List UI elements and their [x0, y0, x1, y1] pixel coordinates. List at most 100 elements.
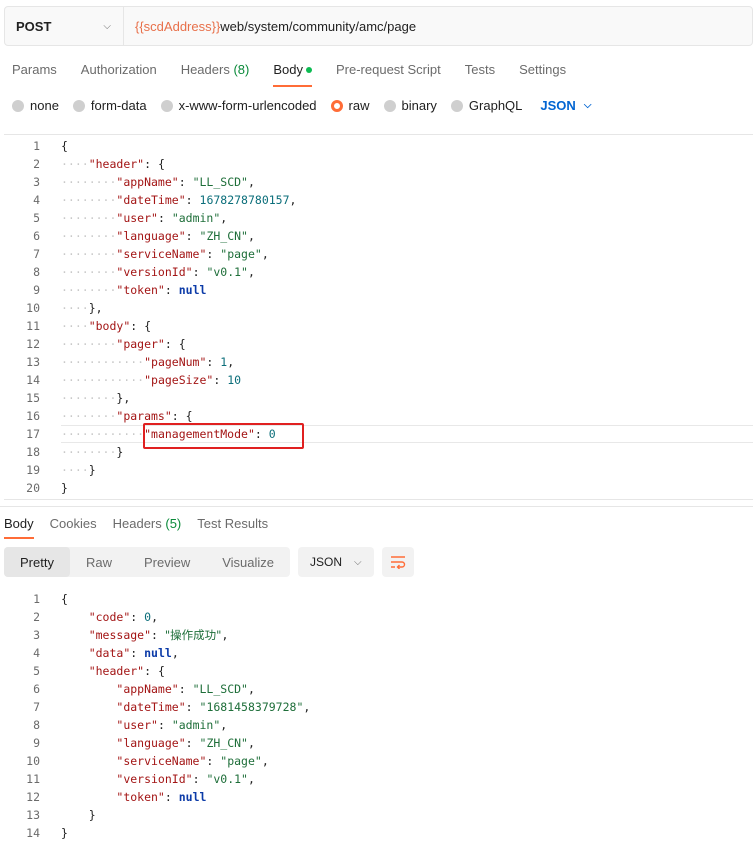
tab-label: Tests	[464, 62, 496, 77]
radio-label: binary	[401, 98, 437, 113]
request-code-line: 3 ········"appName": "LL_SCD",	[4, 173, 753, 191]
line-number: 19	[26, 463, 40, 477]
line-number: 8	[33, 265, 40, 279]
response-tab-test-results[interactable]: Test Results	[197, 516, 268, 539]
code-text: ····"header": {	[61, 157, 165, 171]
line-number: 6	[33, 229, 40, 243]
radio-none[interactable]: none	[12, 98, 59, 113]
tab-params[interactable]: Params	[12, 62, 57, 87]
tab-label: Body	[4, 516, 34, 531]
line-number: 1	[33, 139, 40, 153]
tab-label: Settings	[519, 62, 567, 77]
response-code-line: 12 "token": null	[4, 788, 753, 806]
response-format-dropdown[interactable]: JSON ⌵	[298, 547, 374, 577]
code-text: ········},	[61, 391, 131, 405]
body-format-dropdown[interactable]: JSON ⌵	[540, 98, 591, 113]
request-code-line: 15 ········},	[4, 389, 753, 407]
request-code-lines: 1 {2 ····"header": { 3 ········"appName": "L…	[4, 137, 753, 497]
request-url-bar: POST ⌵ {{scdAddress}}web/system/communit…	[4, 6, 753, 46]
radio-graphql[interactable]: GraphQL	[450, 98, 522, 113]
format-label: JSON	[540, 98, 576, 113]
radio-binary[interactable]: binary	[383, 98, 437, 113]
response-code-line: 13 }	[4, 806, 753, 824]
tab-authorization[interactable]: Authorization	[81, 62, 157, 87]
tab-pre-request-script[interactable]: Pre-request Script	[336, 62, 441, 87]
response-code-line: 1{	[4, 590, 753, 608]
radio-circle-icon	[12, 99, 24, 112]
response-code-line: 14}	[4, 824, 753, 842]
method-label: POST	[16, 18, 52, 34]
line-number: 9	[33, 283, 40, 297]
tab-label: Pre-request Script	[335, 62, 441, 77]
tab-label: Body	[273, 62, 303, 77]
request-body-editor[interactable]: 1 {2 ····"header": { 3 ········"appName": "L…	[4, 134, 753, 500]
code-text: ············"pageSize": 10	[61, 373, 242, 387]
view-mode-selector: Pretty Raw Preview Visualize	[4, 547, 291, 577]
radio-form-data[interactable]: form-data	[72, 98, 147, 113]
request-code-line: 6 ········"language": "ZH_CN",	[4, 227, 753, 245]
line-number: 4	[33, 193, 40, 207]
request-code-line: 4 ········"dateTime": 1678278780157,	[4, 191, 753, 209]
line-number: 5	[33, 211, 40, 225]
request-code-line: 2 ····"header": {	[4, 155, 753, 173]
tab-label: Authorization	[80, 62, 157, 77]
code-text: }	[61, 826, 68, 840]
code-text: "message": "操作成功",	[88, 628, 229, 642]
code-text: {	[61, 592, 68, 606]
code-text: ········}	[61, 445, 124, 459]
response-tab-cookies[interactable]: Cookies	[50, 516, 97, 539]
chevron-down-icon: ⌵	[103, 20, 111, 32]
tab-label: Headers	[180, 62, 230, 77]
line-number: 10	[26, 754, 40, 768]
view-pretty[interactable]: Pretty	[4, 547, 70, 577]
tab-body[interactable]: Body	[273, 62, 312, 87]
code-text: "serviceName": "page",	[116, 754, 269, 768]
line-number: 2	[33, 157, 40, 171]
radio-x-www-form-urlencoded[interactable]: x-www-form-urlencoded	[160, 98, 317, 113]
request-code-line: 20}	[4, 479, 753, 497]
line-number: 2	[33, 610, 40, 624]
line-number: 18	[26, 445, 40, 459]
code-text: "data": null,	[88, 646, 179, 660]
code-text: ········"language": "ZH_CN",	[61, 229, 255, 243]
view-preview[interactable]: Preview	[128, 547, 206, 577]
tab-headers[interactable]: Headers (8)	[181, 62, 250, 87]
line-number: 11	[26, 319, 40, 333]
radio-circle-icon	[72, 99, 85, 112]
line-number: 11	[26, 772, 40, 786]
tab-tests[interactable]: Tests	[465, 62, 495, 87]
request-code-line: 17 ············"managementMode": 0	[4, 425, 753, 443]
request-code-line: 10 ····},	[4, 299, 753, 317]
line-number: 16	[26, 409, 40, 423]
tab-label: Test Results	[197, 516, 269, 531]
response-tab-body[interactable]: Body	[4, 516, 34, 539]
method-dropdown[interactable]: POST ⌵	[5, 7, 124, 45]
line-number: 15	[26, 391, 40, 405]
wrap-lines-button[interactable]	[381, 547, 414, 577]
url-input[interactable]: {{scdAddress}}web/system/community/amc/p…	[124, 19, 416, 34]
response-code-lines: 1{2 "code": 0, 3 "message": "操作成功", 4 "dat…	[4, 590, 753, 842]
response-code-line: 8 "user": "admin",	[4, 716, 753, 734]
tab-label: Params	[12, 62, 57, 77]
response-code-line: 11 "versionId": "v0.1",	[4, 770, 753, 788]
body-type-selector: none form-data x-www-form-urlencoded raw…	[12, 98, 591, 113]
request-code-line: 11 ····"body": {	[4, 317, 753, 335]
code-text: ············"pageNum": 1,	[61, 355, 235, 369]
code-text: ········"user": "admin",	[61, 211, 228, 225]
view-visualize[interactable]: Visualize	[206, 547, 290, 577]
url-path: web/system/community/amc/page	[220, 18, 417, 34]
view-raw[interactable]: Raw	[70, 547, 128, 577]
tab-settings[interactable]: Settings	[519, 62, 566, 87]
radio-label: raw	[348, 98, 370, 113]
request-code-line: 12 ········"pager": {	[4, 335, 753, 353]
line-number: 14	[26, 826, 40, 840]
response-tab-headers[interactable]: Headers (5)	[113, 516, 182, 539]
request-code-line: 8 ········"versionId": "v0.1",	[4, 263, 753, 281]
request-code-line: 9 ········"token": null	[4, 281, 753, 299]
chevron-down-icon: ⌵	[354, 556, 362, 568]
radio-raw[interactable]: raw	[330, 98, 370, 113]
code-text: ····"body": {	[61, 319, 152, 333]
line-number: 4	[33, 646, 40, 660]
code-text: {	[61, 139, 68, 153]
radio-selected-icon	[330, 99, 343, 112]
